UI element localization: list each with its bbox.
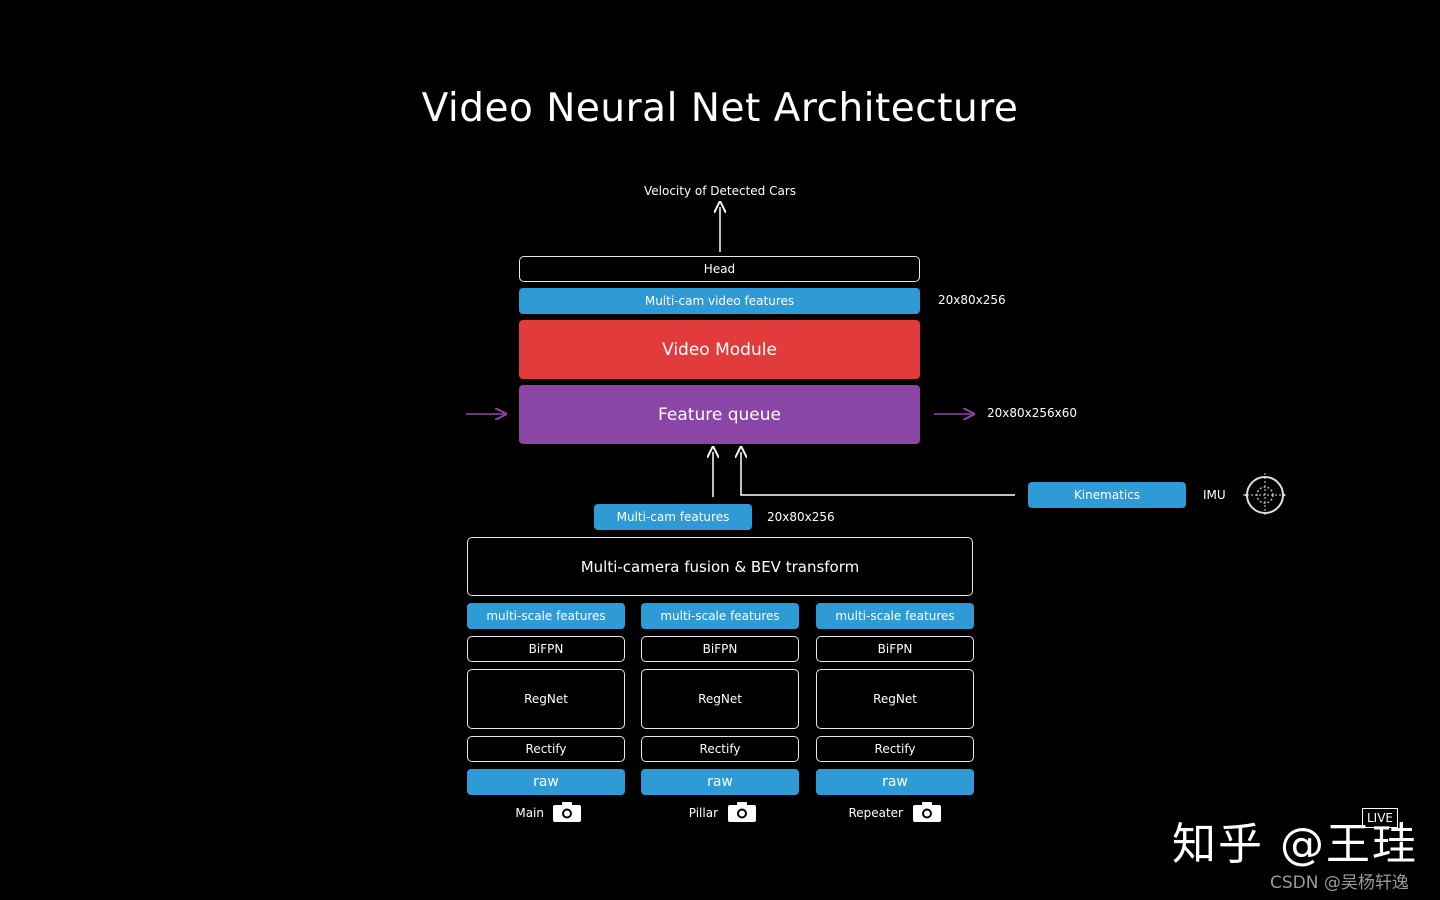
rectify-label: Rectify xyxy=(525,742,567,756)
feature-queue-block: Feature queue xyxy=(519,385,920,444)
multiscale-features-block: multi-scale features xyxy=(816,603,974,629)
regnet-label: RegNet xyxy=(873,692,917,706)
regnet-block: RegNet xyxy=(641,669,799,729)
camera-icon xyxy=(913,802,941,822)
multiscale-features-label: multi-scale features xyxy=(835,609,955,623)
camera-label: Main xyxy=(515,806,544,820)
bifpn-label: BiFPN xyxy=(877,642,913,656)
camera-label: Repeater xyxy=(848,806,903,820)
fusion-block: Multi-camera fusion & BEV transform xyxy=(467,537,973,596)
feature-queue-dim: 20x80x256x60 xyxy=(987,406,1078,420)
multicam-features-dim: 20x80x256 xyxy=(767,510,835,524)
multicam-features-block: Multi-cam features xyxy=(594,504,752,530)
head-label: Head xyxy=(703,262,736,276)
multicam-features-label: Multi-cam features xyxy=(616,510,730,524)
raw-block: raw xyxy=(641,769,799,795)
bifpn-label: BiFPN xyxy=(702,642,738,656)
multiscale-features-block: multi-scale features xyxy=(641,603,799,629)
raw-block: raw xyxy=(467,769,625,795)
csdn-watermark: CSDN @吴杨轩逸 xyxy=(1270,873,1409,893)
camera-label: Pillar xyxy=(688,806,718,820)
imu-label: IMU xyxy=(1203,488,1226,502)
rectify-block: Rectify xyxy=(816,736,974,762)
kinematics-label: Kinematics xyxy=(1073,488,1141,502)
rectify-block: Rectify xyxy=(641,736,799,762)
raw-label: raw xyxy=(882,774,908,790)
multiscale-features-label: multi-scale features xyxy=(486,609,606,623)
camera-icon xyxy=(728,802,756,822)
feature-queue-label: Feature queue xyxy=(658,404,781,425)
raw-block: raw xyxy=(816,769,974,795)
regnet-label: RegNet xyxy=(524,692,568,706)
camera-icon xyxy=(553,802,581,822)
live-badge: LIVE xyxy=(1362,808,1399,828)
connector-lines xyxy=(466,0,1015,497)
raw-label: raw xyxy=(533,774,559,790)
kinematics-block: Kinematics xyxy=(1028,482,1186,508)
bifpn-block: BiFPN xyxy=(467,636,625,662)
regnet-label: RegNet xyxy=(698,692,742,706)
regnet-block: RegNet xyxy=(467,669,625,729)
regnet-block: RegNet xyxy=(816,669,974,729)
multiscale-features-block: multi-scale features xyxy=(467,603,625,629)
bifpn-block: BiFPN xyxy=(641,636,799,662)
video-features-label: Multi-cam video features xyxy=(644,294,795,308)
raw-label: raw xyxy=(707,774,733,790)
video-features-dim: 20x80x256 xyxy=(938,293,1006,307)
multiscale-features-label: multi-scale features xyxy=(660,609,780,623)
fusion-label: Multi-camera fusion & BEV transform xyxy=(580,557,860,576)
rectify-block: Rectify xyxy=(467,736,625,762)
imu-icon xyxy=(1243,473,1287,517)
video-features-block: Multi-cam video features xyxy=(519,288,920,314)
bifpn-label: BiFPN xyxy=(528,642,564,656)
output-label: Velocity of Detected Cars xyxy=(643,184,796,198)
head-block: Head xyxy=(519,256,920,282)
rectify-label: Rectify xyxy=(699,742,741,756)
video-module-label: Video Module xyxy=(662,339,777,360)
video-module-block: Video Module xyxy=(519,320,920,379)
kinematics-to-queue-arrow xyxy=(741,452,1015,496)
slide-title: Video Neural Net Architecture xyxy=(421,86,1019,131)
rectify-label: Rectify xyxy=(874,742,916,756)
bifpn-block: BiFPN xyxy=(816,636,974,662)
